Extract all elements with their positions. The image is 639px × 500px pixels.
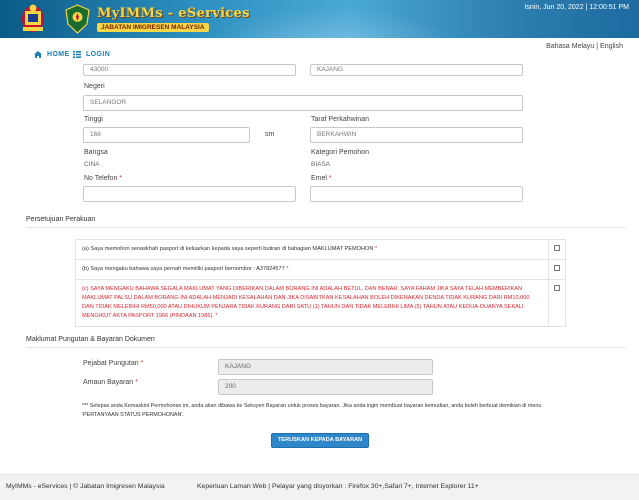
required-marker: * <box>286 266 289 272</box>
pejabat-pungutan-label: Pejabat Pungutan * <box>83 360 143 367</box>
consent-checkbox-a[interactable] <box>554 245 560 251</box>
negeri-input[interactable]: SELANGOR <box>83 95 523 111</box>
consent-row: (a) Saya memohon senaskhah pasport di ke… <box>76 240 565 260</box>
tinggi-input[interactable]: 168 <box>83 127 250 143</box>
footer-requirements-link[interactable]: Keperluan Laman Web | Pelayar yang disyo… <box>197 483 479 490</box>
section-divider <box>26 347 626 348</box>
amaun-bayaran-input[interactable]: 200 <box>218 379 433 395</box>
home-icon <box>34 51 42 58</box>
current-datetime: Isnin, Jun 20, 2022 | 12:00:51 PM <box>524 4 629 11</box>
consent-row: (b) Saya mengaku bahawa saya pernah memi… <box>76 260 565 280</box>
footer: MyIMMs - eServices | © Jabatan Imigresen… <box>0 474 639 500</box>
immigration-crest-icon <box>65 4 90 34</box>
pejabat-pungutan-label-text: Pejabat Pungutan <box>83 360 139 367</box>
consent-text-c-content: (c) SAYA MENGAKU BAHAWA SEGALA MAKLUMAT … <box>82 286 530 319</box>
tinggi-label: Tinggi <box>84 116 103 123</box>
amaun-bayaran-label-text: Amaun Bayaran <box>83 379 134 386</box>
no-telefon-label-text: No Telefon <box>84 175 118 182</box>
no-telefon-input[interactable] <box>83 186 296 202</box>
required-marker: * <box>215 313 218 319</box>
nav-home-link[interactable]: HOME <box>34 51 70 58</box>
footer-copyright: MyIMMs - eServices | © Jabatan Imigresen… <box>6 483 165 490</box>
consent-checkbox-cell <box>549 240 565 259</box>
persetujuan-section-title: Persetujuan Perakuan <box>26 216 96 223</box>
brand-subtitle: JABATAN IMIGRESEN MALAYSIA <box>97 23 209 32</box>
bangsa-label: Bangsa <box>84 149 108 156</box>
consent-checkbox-cell <box>549 260 565 279</box>
taraf-perkahwinan-input[interactable]: BERKAHWIN <box>310 127 523 143</box>
required-marker: * <box>119 175 123 182</box>
negeri-label: Negeri <box>84 83 105 90</box>
tinggi-unit: sm <box>265 131 275 138</box>
required-marker: * <box>375 246 378 252</box>
kategori-pemohon-label: Kategori Pemohon <box>311 149 369 156</box>
required-marker: * <box>328 175 332 182</box>
malaysia-coat-of-arms-icon <box>22 4 44 32</box>
emel-label: Emel * <box>311 175 332 182</box>
nav-login-link[interactable]: LOGIN <box>73 51 110 58</box>
consent-text-a-content: (a) Saya memohon senaskhah pasport di ke… <box>82 246 374 252</box>
emel-input[interactable] <box>310 186 523 202</box>
payment-section-title: Maklumat Pungutan & Bayaran Dokumen <box>26 336 155 343</box>
bandar-input[interactable]: KAJANG <box>310 64 523 76</box>
emel-label-text: Emel <box>311 175 327 182</box>
bangsa-value: CINA <box>84 161 100 168</box>
payment-note: *** Selepas anda Kemaskini Permohonan in… <box>82 403 542 418</box>
consent-row: (c) SAYA MENGAKU BAHAWA SEGALA MAKLUMAT … <box>76 280 565 326</box>
required-marker: * <box>140 360 144 367</box>
nav-home-label: HOME <box>47 51 70 58</box>
consent-checkbox-cell <box>549 280 565 326</box>
consent-text-c: (c) SAYA MENGAKU BAHAWA SEGALA MAKLUMAT … <box>76 280 549 326</box>
consent-table: (a) Saya memohon senaskhah pasport di ke… <box>75 239 566 327</box>
consent-text-a: (a) Saya memohon senaskhah pasport di ke… <box>76 240 549 259</box>
header-banner: MyIMMs - eServices JABATAN IMIGRESEN MAL… <box>0 0 639 38</box>
brand-title: MyIMMs - eServices <box>97 6 250 21</box>
poskod-input[interactable]: 43000 <box>83 64 296 76</box>
kategori-pemohon-value: BIASA <box>311 161 331 168</box>
consent-checkbox-b[interactable] <box>554 265 560 271</box>
nav-login-label: LOGIN <box>86 51 111 58</box>
consent-text-b-content: (b) Saya mengaku bahawa saya pernah memi… <box>82 266 285 272</box>
proceed-to-payment-button[interactable]: TERUSKAN KEPADA BAYARAN <box>271 433 369 448</box>
consent-text-b: (b) Saya mengaku bahawa saya pernah memi… <box>76 260 549 279</box>
taraf-perkahwinan-label: Taraf Perkahwinan <box>311 116 369 123</box>
consent-checkbox-c[interactable] <box>554 285 560 291</box>
list-icon <box>73 51 81 58</box>
section-divider <box>26 227 626 228</box>
amaun-bayaran-label: Amaun Bayaran * <box>83 379 138 386</box>
pejabat-pungutan-input[interactable]: KAJANG <box>218 359 433 375</box>
language-switcher[interactable]: Bahasa Melayu | English <box>546 43 623 50</box>
no-telefon-label: No Telefon * <box>84 175 122 182</box>
required-marker: * <box>135 379 138 386</box>
